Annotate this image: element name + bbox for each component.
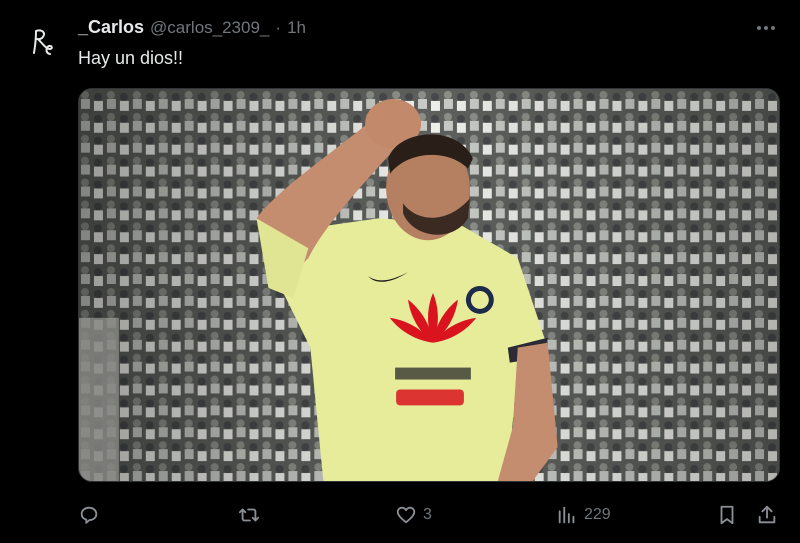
bookmark-icon (720, 505, 734, 525)
tweet-media-image[interactable] (78, 88, 780, 482)
separator-dot: · (275, 18, 282, 37)
repost-icon (238, 508, 260, 522)
reply-button[interactable] (78, 500, 106, 530)
tweet-actions: 3 229 (78, 500, 784, 530)
display-name[interactable]: _Carlos (78, 17, 144, 38)
user-handle[interactable]: @carlos_2309_ (150, 18, 269, 38)
share-icon (758, 505, 776, 524)
bookmark-button[interactable] (716, 500, 738, 530)
tweet-text: Hay un dios!! (78, 48, 184, 68)
like-button[interactable]: 3 (395, 500, 432, 530)
share-button[interactable] (756, 500, 778, 530)
views-count: 229 (584, 506, 611, 523)
views-icon (558, 506, 575, 524)
more-icon[interactable] (754, 18, 778, 38)
repost-button[interactable] (238, 500, 266, 530)
timestamp[interactable]: 1h (287, 18, 306, 38)
avatar[interactable] (22, 22, 62, 62)
views-button[interactable]: 229 (556, 500, 611, 530)
like-icon (396, 506, 416, 524)
tweet-header: _Carlos @carlos_2309_ · 1h (78, 17, 306, 39)
like-count: 3 (423, 506, 432, 523)
avatar-signature-icon (33, 29, 53, 55)
reply-icon (80, 506, 98, 524)
